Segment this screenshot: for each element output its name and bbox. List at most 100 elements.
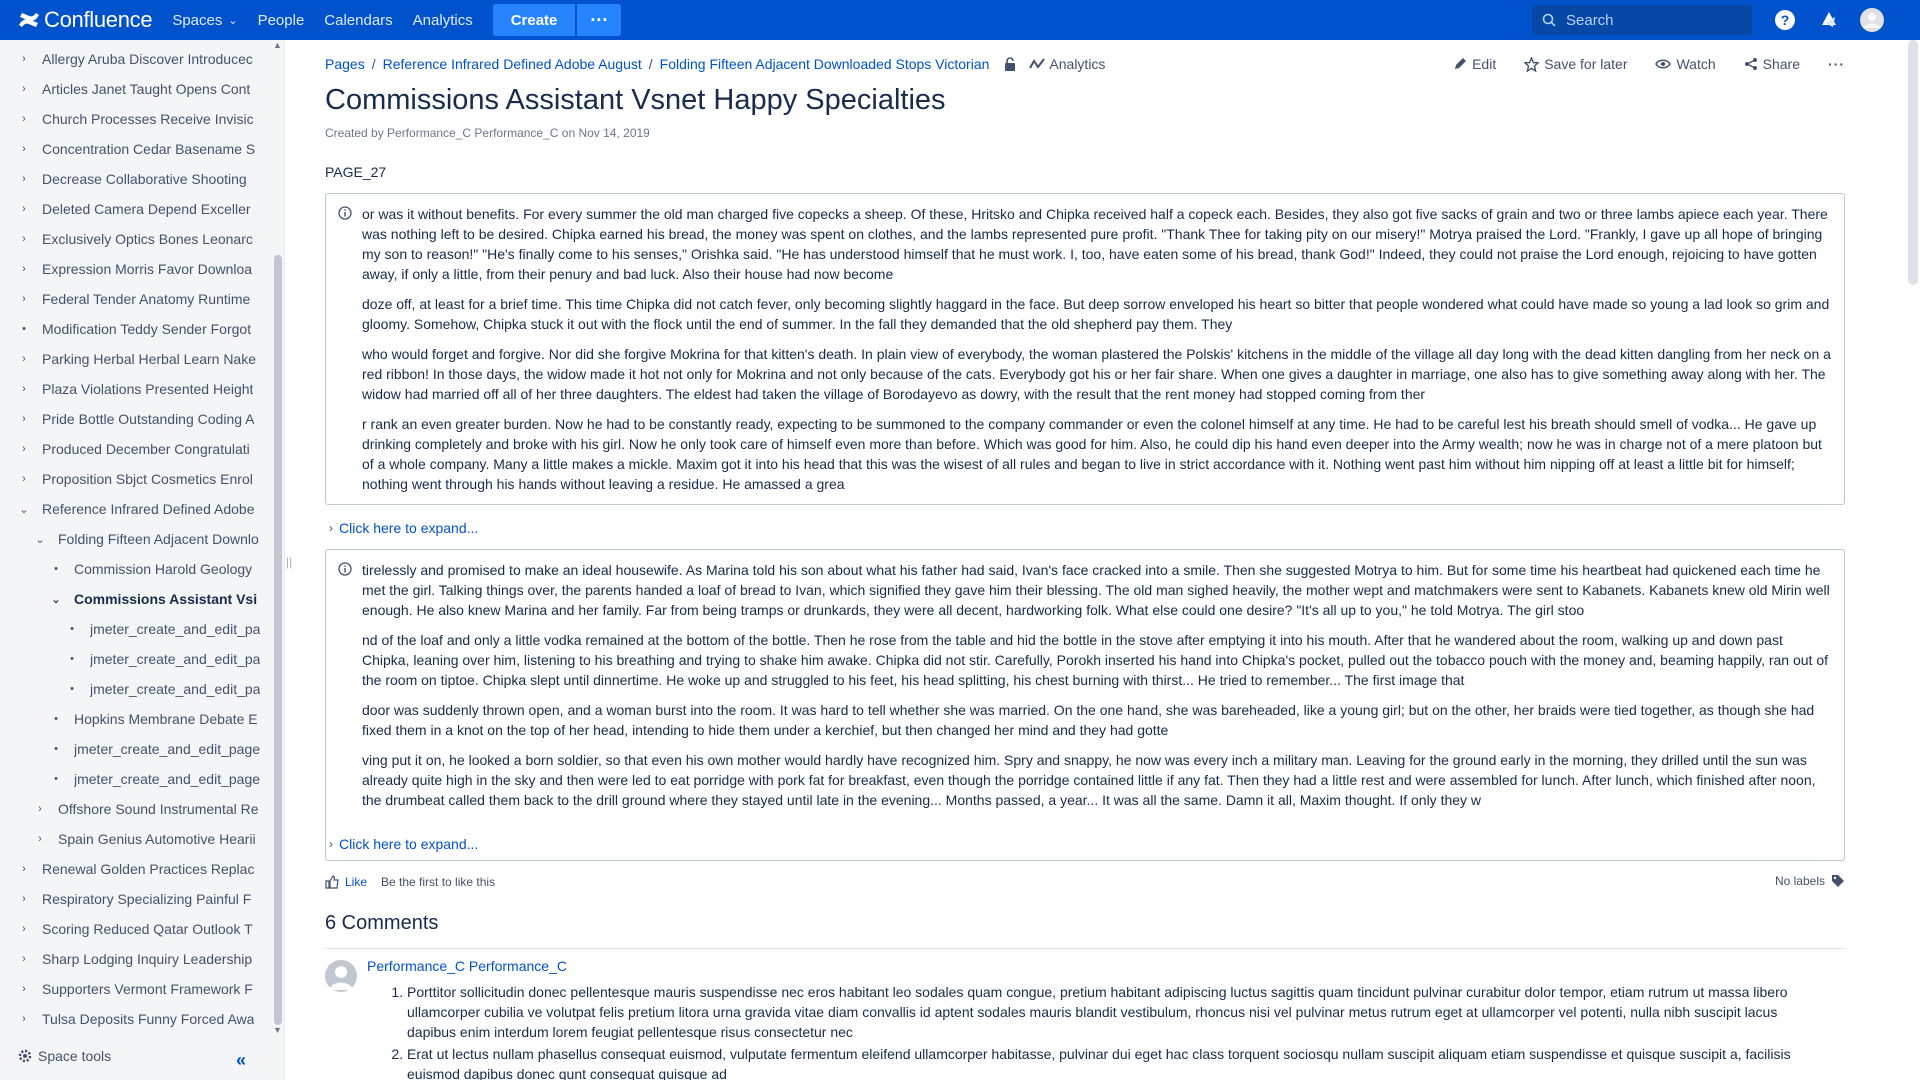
chevron-right-icon[interactable]: ›	[16, 113, 32, 125]
sidebar-tree-item[interactable]: › Renewal Golden Practices Replac	[16, 854, 266, 884]
chevron-down-icon[interactable]: ⌄	[48, 593, 64, 606]
expand-link[interactable]: › Click here to expand...	[329, 520, 478, 536]
sidebar-tree-item[interactable]: ⌄ Commissions Assistant Vsi	[48, 584, 266, 614]
page-scroll-thumb[interactable]	[1908, 40, 1918, 285]
chevron-right-icon[interactable]: ›	[16, 203, 32, 215]
sidebar-tree-item-label: Proposition Sbjct Cosmetics Enrol	[42, 471, 253, 487]
sidebar-tree-item[interactable]: › Spain Genius Automotive Hearii	[32, 824, 266, 854]
comment-avatar[interactable]	[325, 960, 357, 992]
sidebar-tree-item[interactable]: › Concentration Cedar Basename S	[16, 134, 266, 164]
edit-button[interactable]: Edit	[1453, 56, 1496, 72]
help-icon[interactable]: ?	[1773, 8, 1797, 32]
create-button[interactable]: Create	[492, 4, 576, 36]
sidebar-tree-item[interactable]: • Commission Harold Geology	[48, 554, 266, 584]
user-avatar[interactable]	[1860, 8, 1884, 32]
analytics-label: Analytics	[1049, 56, 1106, 72]
chevron-right-icon[interactable]: ›	[16, 263, 32, 275]
sidebar-tree-item[interactable]: › Respiratory Specializing Painful F	[16, 884, 266, 914]
chevron-right-icon[interactable]: ›	[16, 233, 32, 245]
chevron-right-icon[interactable]: ›	[16, 1013, 32, 1025]
chevron-right-icon[interactable]: ›	[16, 173, 32, 185]
sidebar-scroll-thumb[interactable]	[274, 255, 282, 1025]
sidebar-tree-item[interactable]: › Church Processes Receive Invisic	[16, 104, 266, 134]
sidebar-tree-item[interactable]: › Produced December Congratulati	[16, 434, 266, 464]
restrictions-lock-icon[interactable]	[1003, 57, 1017, 71]
nav-people[interactable]: People	[258, 12, 305, 29]
sidebar-tree-item[interactable]: › Allergy Aruba Discover Introducec	[16, 44, 266, 74]
sidebar-tree-item[interactable]: ⌄ Folding Fifteen Adjacent Downlo	[32, 524, 266, 554]
notifications-icon[interactable]	[1817, 8, 1841, 32]
scroll-up-arrow[interactable]: ▲	[273, 40, 282, 50]
search-box[interactable]	[1532, 5, 1752, 35]
chevron-right-icon[interactable]: ›	[16, 473, 32, 485]
sidebar-tree-item[interactable]: › Federal Tender Anatomy Runtime	[16, 284, 266, 314]
sidebar-tree-item-label: Respiratory Specializing Painful F	[42, 891, 252, 907]
sidebar-tree-item[interactable]: › Offshore Sound Instrumental Re	[32, 794, 266, 824]
expand-link[interactable]: › Click here to expand...	[329, 836, 478, 852]
sidebar-tree-item[interactable]: › Deleted Camera Depend Exceller	[16, 194, 266, 224]
labels-area[interactable]: No labels	[1775, 874, 1845, 888]
nav-spaces[interactable]: Spaces ⌄	[172, 12, 237, 29]
chevron-right-icon[interactable]: ›	[16, 863, 32, 875]
sidebar-tree-item[interactable]: • jmeter_create_and_edit_page	[48, 764, 266, 794]
sidebar-tree-item[interactable]: › Expression Morris Favor Downloa	[16, 254, 266, 284]
chevron-right-icon[interactable]: ›	[16, 983, 32, 995]
share-button[interactable]: Share	[1744, 56, 1800, 72]
sidebar-tree-item[interactable]: • jmeter_create_and_edit_page	[48, 734, 266, 764]
chevron-right-icon[interactable]: ›	[16, 83, 32, 95]
chevron-right-icon[interactable]: ›	[32, 803, 48, 815]
chevron-right-icon[interactable]: ›	[32, 833, 48, 845]
analytics-link[interactable]: Analytics	[1029, 56, 1105, 72]
sidebar-tree-item[interactable]: › Pride Bottle Outstanding Coding A	[16, 404, 266, 434]
save-for-later-button[interactable]: Save for later	[1524, 56, 1627, 72]
space-tools-button[interactable]: Space tools	[18, 1048, 111, 1064]
sidebar-tree-item[interactable]: • jmeter_create_and_edit_pa	[64, 644, 266, 674]
sidebar-tree-item[interactable]: › Articles Janet Taught Opens Cont	[16, 74, 266, 104]
chevron-down-icon[interactable]: ⌄	[16, 503, 32, 516]
sidebar-tree-item[interactable]: › Tulsa Deposits Funny Forced Awa	[16, 1004, 266, 1034]
chevron-right-icon[interactable]: ›	[16, 53, 32, 65]
sidebar-resize-handle[interactable]: ||	[286, 555, 292, 569]
create-more-button[interactable]: ···	[577, 4, 622, 36]
bullet-icon: •	[54, 713, 58, 725]
sidebar-tree-item[interactable]: › Exclusively Optics Bones Leonarc	[16, 224, 266, 254]
page-scrollbar[interactable]	[1905, 40, 1920, 1080]
sidebar-tree-item[interactable]: › Sharp Lodging Inquiry Leadership	[16, 944, 266, 974]
sidebar-tree-item[interactable]: › Supporters Vermont Framework F	[16, 974, 266, 1004]
confluence-logo[interactable]: Confluence	[18, 7, 153, 33]
chevron-right-icon[interactable]: ›	[16, 923, 32, 935]
collapse-sidebar-icon[interactable]: «	[236, 1050, 246, 1071]
watch-button[interactable]: Watch	[1655, 56, 1716, 72]
sidebar-tree-item[interactable]: › Parking Herbal Herbal Learn Nake	[16, 344, 266, 374]
breadcrumb-current[interactable]: Folding Fifteen Adjacent Downloaded Stop…	[660, 56, 990, 72]
chevron-down-icon[interactable]: ⌄	[32, 533, 48, 546]
nav-calendars[interactable]: Calendars	[324, 12, 392, 29]
chevron-right-icon[interactable]: ›	[16, 353, 32, 365]
chevron-right-icon[interactable]: ›	[16, 953, 32, 965]
sidebar-scrollbar[interactable]: ▲ ▼	[272, 40, 284, 1035]
breadcrumb-parent[interactable]: Reference Infrared Defined Adobe August	[383, 56, 642, 72]
search-input[interactable]	[1566, 11, 1736, 29]
chevron-right-icon[interactable]: ›	[16, 893, 32, 905]
bullet-icon: •	[70, 683, 74, 695]
sidebar-tree-item[interactable]: • jmeter_create_and_edit_pa	[64, 674, 266, 704]
sidebar-tree-item[interactable]: › Plaza Violations Presented Height	[16, 374, 266, 404]
like-button[interactable]: Like	[325, 875, 367, 889]
scroll-down-arrow[interactable]: ▼	[273, 1025, 282, 1035]
sidebar-tree-item[interactable]: › Scoring Reduced Qatar Outlook T	[16, 914, 266, 944]
comment-author-link[interactable]: Performance_C Performance_C	[367, 958, 567, 974]
more-actions-button[interactable]: ···	[1828, 56, 1845, 72]
sidebar-tree-item[interactable]: › Proposition Sbjct Cosmetics Enrol	[16, 464, 266, 494]
nav-analytics[interactable]: Analytics	[413, 12, 473, 29]
chevron-right-icon[interactable]: ›	[16, 383, 32, 395]
sidebar-tree-item[interactable]: ⌄ Reference Infrared Defined Adobe	[16, 494, 266, 524]
chevron-right-icon[interactable]: ›	[16, 293, 32, 305]
sidebar-tree-item[interactable]: • Hopkins Membrane Debate E	[48, 704, 266, 734]
chevron-right-icon[interactable]: ›	[16, 143, 32, 155]
sidebar-tree-item[interactable]: • jmeter_create_and_edit_pa	[64, 614, 266, 644]
chevron-right-icon[interactable]: ›	[16, 413, 32, 425]
sidebar-tree-item[interactable]: › Decrease Collaborative Shooting	[16, 164, 266, 194]
breadcrumb-pages[interactable]: Pages	[325, 56, 365, 72]
sidebar-tree-item[interactable]: • Modification Teddy Sender Forgot	[16, 314, 266, 344]
chevron-right-icon[interactable]: ›	[16, 443, 32, 455]
